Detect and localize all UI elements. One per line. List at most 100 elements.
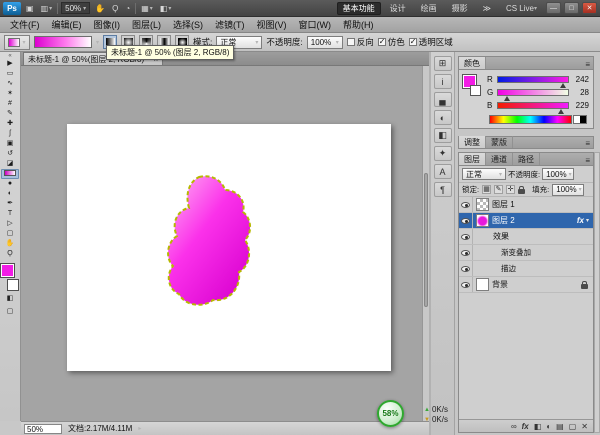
- workspace-overflow-icon[interactable]: ≫: [477, 2, 497, 15]
- layer-thumbnail[interactable]: [476, 214, 489, 227]
- new-group-icon[interactable]: ▤: [556, 422, 564, 431]
- layer-opacity-input[interactable]: 100% ▾: [542, 168, 575, 180]
- new-layer-icon[interactable]: ▢: [569, 422, 577, 431]
- path-selection-tool-icon[interactable]: ▷: [1, 219, 19, 229]
- pen-tool-icon[interactable]: ✒: [1, 199, 19, 209]
- layer-name[interactable]: 图层 2: [492, 215, 515, 226]
- background-color-swatch[interactable]: [7, 279, 19, 291]
- green-value[interactable]: 28: [572, 88, 589, 97]
- quick-mask-icon[interactable]: ◧: [1, 293, 19, 304]
- foreground-color-swatch[interactable]: [0, 263, 15, 278]
- menu-item-edit[interactable]: 编辑(E): [46, 18, 88, 31]
- histogram-panel-icon[interactable]: ▄: [433, 92, 452, 107]
- lock-all-icon[interactable]: [518, 185, 526, 194]
- workspace-design-button[interactable]: 设计: [384, 2, 412, 15]
- menu-item-view[interactable]: 视图(V): [251, 18, 293, 31]
- info-panel-icon[interactable]: i: [433, 74, 452, 89]
- eye-icon[interactable]: [461, 233, 470, 240]
- healing-brush-tool-icon[interactable]: ✚: [1, 119, 19, 129]
- view-extras-icon[interactable]: ▥ ▾: [39, 2, 55, 15]
- status-expand-icon[interactable]: ▸: [138, 425, 141, 432]
- visibility-cell[interactable]: [459, 213, 473, 228]
- magic-wand-tool-icon[interactable]: ✶: [1, 89, 19, 99]
- menu-item-window[interactable]: 窗口(W): [293, 18, 338, 31]
- tab-masks[interactable]: 蒙版: [486, 136, 513, 148]
- hand-tool-icon[interactable]: ✋: [1, 239, 19, 249]
- layer-row-background[interactable]: 背景: [459, 277, 593, 293]
- move-tool-icon[interactable]: ▶: [1, 59, 19, 69]
- paragraph-panel-icon[interactable]: ¶: [433, 182, 452, 197]
- eyedropper-tool-icon[interactable]: ✎: [1, 109, 19, 119]
- scrollbar-thumb[interactable]: [424, 172, 428, 308]
- layer-name[interactable]: 图层 1: [492, 199, 515, 210]
- panel-scrollbar[interactable]: [594, 152, 600, 433]
- tab-paths[interactable]: 路径: [513, 153, 540, 165]
- layer-style-badge[interactable]: fx ▾: [577, 216, 593, 225]
- styles-panel-icon[interactable]: ✦: [433, 146, 452, 161]
- workspace-essentials-button[interactable]: 基本功能: [336, 1, 381, 15]
- panel-menu-icon[interactable]: ≡: [582, 139, 593, 148]
- color-spectrum-ramp[interactable]: [489, 115, 572, 124]
- workspace-painting-button[interactable]: 绘画: [415, 2, 443, 15]
- eye-icon[interactable]: [461, 217, 470, 224]
- fill-input[interactable]: 100% ▾: [552, 183, 585, 196]
- lock-pixels-icon[interactable]: ✎: [494, 185, 504, 194]
- lasso-tool-icon[interactable]: ∿: [1, 79, 19, 89]
- close-button[interactable]: ✕: [582, 2, 597, 14]
- layer-row-layer1[interactable]: 图层 1: [459, 197, 593, 213]
- gradient-editor-swatch[interactable]: [34, 36, 92, 48]
- slider-thumb-icon[interactable]: [504, 96, 511, 101]
- blur-tool-icon[interactable]: ●: [1, 179, 19, 189]
- visibility-cell[interactable]: [459, 277, 473, 292]
- slider-thumb-icon[interactable]: [560, 83, 567, 88]
- stroke-label[interactable]: 描边: [473, 263, 516, 274]
- transparency-checkbox[interactable]: 透明区域: [408, 36, 453, 48]
- shape-tool-icon[interactable]: ▢: [1, 229, 19, 239]
- layer-thumbnail[interactable]: [476, 198, 489, 211]
- minimize-button[interactable]: —: [546, 2, 561, 14]
- adjustments-panel-icon[interactable]: ◐: [433, 110, 452, 125]
- zoom-tool-icon[interactable]: Ϙ: [110, 2, 120, 15]
- tab-color[interactable]: 颜色: [459, 57, 486, 69]
- visibility-cell[interactable]: [459, 261, 473, 276]
- menu-item-filter[interactable]: 滤镜(T): [209, 18, 251, 31]
- opacity-input[interactable]: 100% ▾: [306, 35, 343, 49]
- panel-menu-icon[interactable]: ≡: [582, 60, 593, 69]
- layer-thumbnail[interactable]: [476, 278, 489, 291]
- masks-panel-icon[interactable]: ◧: [433, 128, 452, 143]
- zoom-level-dropdown[interactable]: 50% ▾: [61, 2, 91, 14]
- type-tool-icon[interactable]: T: [1, 209, 19, 219]
- eye-icon[interactable]: [461, 249, 470, 256]
- layer-row-layer2[interactable]: 图层 2 fx ▾: [459, 213, 593, 229]
- visibility-cell[interactable]: [459, 229, 473, 244]
- arrange-documents-icon[interactable]: ▦ ▾: [139, 2, 155, 15]
- lock-position-icon[interactable]: ✛: [506, 185, 516, 194]
- menu-item-help[interactable]: 帮助(H): [337, 18, 380, 31]
- new-adjustment-layer-icon[interactable]: ◐: [546, 422, 551, 431]
- layer-row-effects[interactable]: 效果: [459, 229, 593, 245]
- chevron-down-icon[interactable]: ▾: [586, 217, 589, 224]
- hand-tool-icon[interactable]: ✋: [93, 2, 107, 15]
- dodge-tool-icon[interactable]: ◐: [1, 189, 19, 199]
- canvas-page[interactable]: [67, 124, 391, 371]
- slider-thumb-icon[interactable]: [558, 109, 565, 114]
- screen-mode-icon[interactable]: ▢: [1, 306, 19, 317]
- tab-adjustments[interactable]: 调整: [459, 136, 486, 148]
- navigator-panel-icon[interactable]: ⊞: [433, 56, 452, 71]
- visibility-cell[interactable]: [459, 245, 473, 260]
- red-value[interactable]: 242: [572, 75, 589, 84]
- screen-mode-icon[interactable]: ◧ ▾: [158, 2, 174, 15]
- tool-preset-picker[interactable]: ▾: [4, 34, 30, 50]
- eye-icon[interactable]: [461, 281, 470, 288]
- eye-icon[interactable]: [461, 265, 470, 272]
- visibility-cell[interactable]: [459, 197, 473, 212]
- layer-row-gradient-overlay[interactable]: 渐变叠加: [459, 245, 593, 261]
- add-layer-mask-icon[interactable]: ◧: [534, 422, 542, 431]
- canvas-pasteboard[interactable]: [21, 66, 429, 421]
- red-slider[interactable]: [497, 76, 569, 88]
- add-layer-style-icon[interactable]: fx: [522, 422, 529, 431]
- layer-name[interactable]: 背景: [492, 279, 508, 290]
- menu-item-file[interactable]: 文件(F): [4, 18, 46, 31]
- bridge-launcher-icon[interactable]: ▣: [24, 2, 36, 15]
- menu-item-image[interactable]: 图像(I): [88, 18, 127, 31]
